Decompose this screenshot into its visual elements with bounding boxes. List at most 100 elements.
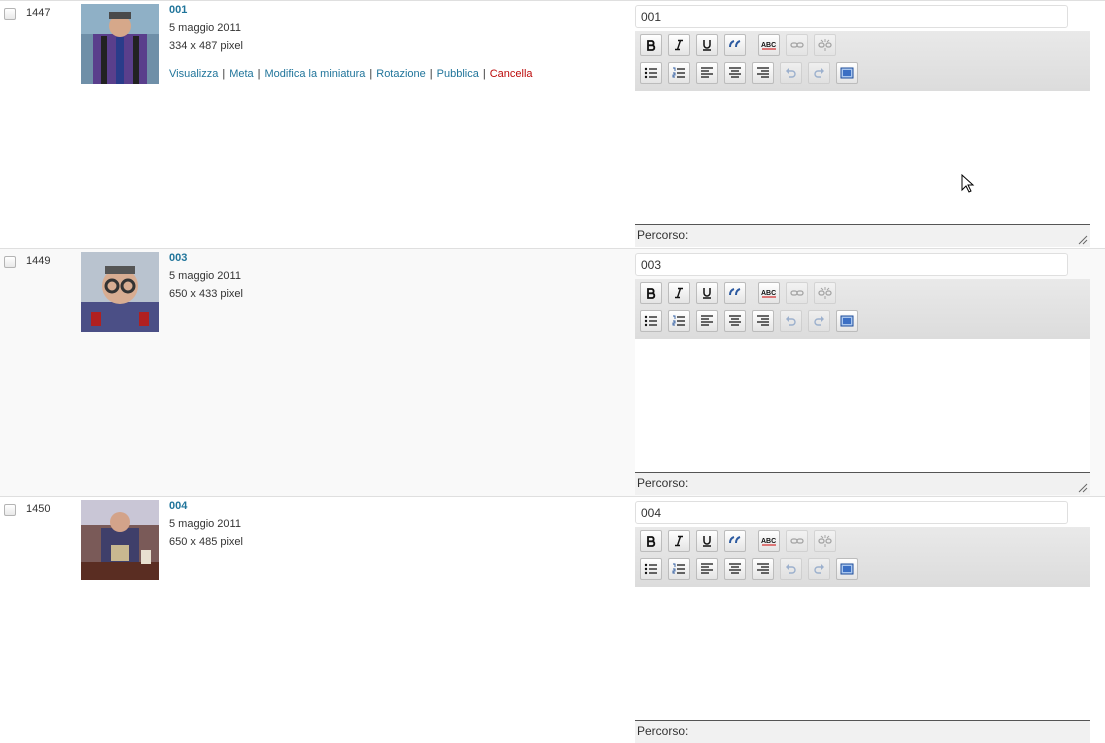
link-button[interactable] bbox=[786, 282, 808, 304]
align-right-button[interactable] bbox=[752, 310, 774, 332]
path-label: Percorso: bbox=[637, 228, 689, 242]
rotate-link[interactable]: Rotazione bbox=[376, 68, 426, 80]
align-right-button[interactable] bbox=[752, 62, 774, 84]
editor-content-area[interactable] bbox=[635, 587, 1090, 721]
bold-button[interactable] bbox=[640, 282, 662, 304]
numbered-list-button[interactable] bbox=[668, 558, 690, 580]
redo-button[interactable] bbox=[808, 558, 830, 580]
bold-icon bbox=[647, 40, 656, 51]
blockquote-icon bbox=[729, 536, 741, 544]
bulleted-list-icon bbox=[644, 67, 657, 79]
media-title-link[interactable]: 001 bbox=[169, 4, 187, 16]
caption-input[interactable] bbox=[635, 253, 1068, 276]
italic-button[interactable] bbox=[668, 282, 690, 304]
italic-button[interactable] bbox=[668, 530, 690, 552]
bulleted-list-button[interactable] bbox=[640, 558, 662, 580]
align-right-button[interactable] bbox=[752, 558, 774, 580]
align-right-icon bbox=[757, 67, 769, 78]
bold-button[interactable] bbox=[640, 530, 662, 552]
editor-toolbar: ABC bbox=[635, 527, 1090, 587]
fullscreen-icon bbox=[840, 315, 854, 327]
unlink-button[interactable] bbox=[814, 282, 836, 304]
media-id: 1447 bbox=[26, 7, 51, 19]
caption-input[interactable] bbox=[635, 5, 1068, 28]
undo-button[interactable] bbox=[780, 62, 802, 84]
media-row: 1450 004 5 maggio 2011 650 x 485 pixel A… bbox=[0, 496, 1105, 743]
redo-icon bbox=[814, 316, 824, 326]
italic-icon bbox=[675, 287, 683, 299]
redo-button[interactable] bbox=[808, 310, 830, 332]
unlink-icon bbox=[818, 535, 832, 547]
blockquote-button[interactable] bbox=[724, 530, 746, 552]
caption-input[interactable] bbox=[635, 501, 1068, 524]
bold-button[interactable] bbox=[640, 34, 662, 56]
bulleted-list-button[interactable] bbox=[640, 62, 662, 84]
underline-button[interactable] bbox=[696, 282, 718, 304]
delete-link[interactable]: Cancella bbox=[490, 68, 533, 80]
underline-button[interactable] bbox=[696, 34, 718, 56]
media-id: 1449 bbox=[26, 255, 51, 267]
rich-text-editor: ABC Percorso: bbox=[635, 527, 1090, 743]
undo-icon bbox=[786, 316, 796, 326]
underline-button[interactable] bbox=[696, 530, 718, 552]
align-left-button[interactable] bbox=[696, 310, 718, 332]
redo-button[interactable] bbox=[808, 62, 830, 84]
link-button[interactable] bbox=[786, 530, 808, 552]
media-title-link[interactable]: 003 bbox=[169, 252, 187, 264]
unlink-button[interactable] bbox=[814, 34, 836, 56]
view-link[interactable]: Visualizza bbox=[169, 68, 218, 80]
media-thumbnail[interactable] bbox=[81, 4, 159, 84]
align-left-button[interactable] bbox=[696, 62, 718, 84]
path-label: Percorso: bbox=[637, 476, 689, 490]
italic-button[interactable] bbox=[668, 34, 690, 56]
editor-status-bar: Percorso: bbox=[635, 721, 1090, 743]
path-label: Percorso: bbox=[637, 724, 689, 738]
select-checkbox[interactable] bbox=[4, 256, 16, 268]
fullscreen-button[interactable] bbox=[836, 558, 858, 580]
spellcheck-button[interactable]: ABC bbox=[758, 34, 780, 56]
resize-grip-icon[interactable] bbox=[1078, 483, 1088, 493]
numbered-list-button[interactable] bbox=[668, 62, 690, 84]
select-checkbox[interactable] bbox=[4, 504, 16, 516]
spellcheck-button[interactable]: ABC bbox=[758, 282, 780, 304]
numbered-list-button[interactable] bbox=[668, 310, 690, 332]
link-button[interactable] bbox=[786, 34, 808, 56]
select-checkbox[interactable] bbox=[4, 8, 16, 20]
media-id: 1450 bbox=[26, 503, 51, 515]
separator: | bbox=[429, 68, 433, 80]
link-icon bbox=[790, 290, 804, 296]
align-right-icon bbox=[757, 563, 769, 574]
separator: | bbox=[369, 68, 373, 80]
unlink-button[interactable] bbox=[814, 530, 836, 552]
media-dimensions: 650 x 485 pixel bbox=[169, 536, 243, 548]
editor-content-area[interactable] bbox=[635, 339, 1090, 473]
meta-link[interactable]: Meta bbox=[229, 68, 253, 80]
italic-icon bbox=[675, 535, 683, 547]
rich-text-editor: ABC Percorso: bbox=[635, 31, 1090, 247]
media-title-link[interactable]: 004 bbox=[169, 500, 187, 512]
edit-thumbnail-link[interactable]: Modifica la miniatura bbox=[265, 68, 366, 80]
undo-icon bbox=[786, 564, 796, 574]
fullscreen-button[interactable] bbox=[836, 62, 858, 84]
align-left-button[interactable] bbox=[696, 558, 718, 580]
media-thumbnail[interactable] bbox=[81, 500, 159, 580]
blockquote-button[interactable] bbox=[724, 282, 746, 304]
bulleted-list-button[interactable] bbox=[640, 310, 662, 332]
person-photo-icon bbox=[81, 500, 159, 580]
publish-link[interactable]: Pubblica bbox=[437, 68, 479, 80]
fullscreen-icon bbox=[840, 563, 854, 575]
resize-grip-icon[interactable] bbox=[1078, 235, 1088, 245]
undo-button[interactable] bbox=[780, 310, 802, 332]
undo-button[interactable] bbox=[780, 558, 802, 580]
blockquote-button[interactable] bbox=[724, 34, 746, 56]
media-row: 1449 003 5 maggio 2011 650 x 433 pixel A… bbox=[0, 248, 1105, 496]
align-center-button[interactable] bbox=[724, 558, 746, 580]
align-center-button[interactable] bbox=[724, 310, 746, 332]
fullscreen-button[interactable] bbox=[836, 310, 858, 332]
media-thumbnail[interactable] bbox=[81, 252, 159, 332]
align-center-button[interactable] bbox=[724, 62, 746, 84]
svg-text:ABC: ABC bbox=[761, 538, 776, 545]
bulleted-list-icon bbox=[644, 563, 657, 575]
editor-content-area[interactable] bbox=[635, 91, 1090, 225]
spellcheck-button[interactable]: ABC bbox=[758, 530, 780, 552]
